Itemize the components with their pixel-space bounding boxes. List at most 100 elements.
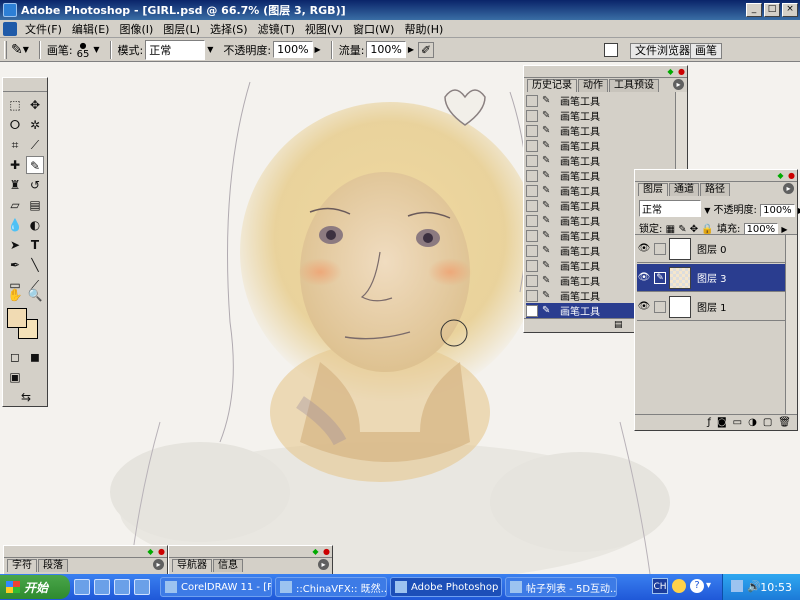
slice-tool-icon[interactable]: ⟋ <box>26 136 44 154</box>
panel-menu-icon[interactable]: ▸ <box>783 183 794 194</box>
history-item[interactable]: ✎ 画笔工具 <box>526 273 636 288</box>
palette-well-icon[interactable] <box>604 43 618 57</box>
history-item-current[interactable]: ✎ 画笔工具 <box>526 303 636 318</box>
tab-tool-presets[interactable]: 工具预设 <box>609 79 659 92</box>
character-panel-caption[interactable]: ◆ ● <box>4 546 167 558</box>
quick-mask-standard-icon[interactable]: ◻ <box>6 348 24 366</box>
crop-tool-icon[interactable]: ⌗ <box>6 136 24 154</box>
snapshot-checkbox[interactable] <box>526 214 538 227</box>
quicklaunch-desktop-icon[interactable] <box>74 579 90 595</box>
marquee-tool-icon[interactable]: ⬚ <box>6 96 24 114</box>
brush-picker[interactable]: ● 65 <box>77 41 90 60</box>
jump-to-imageready-icon[interactable]: ⇆ <box>6 388 46 406</box>
healing-brush-tool-icon[interactable]: ✚ <box>6 156 24 174</box>
minimize-icon[interactable]: ◆ <box>666 67 675 76</box>
dodge-tool-icon[interactable]: ◐ <box>26 216 44 234</box>
layer-row[interactable]: 👁 图层 0 <box>637 235 787 263</box>
chevron-right-icon[interactable]: ▶ <box>315 45 321 54</box>
tab-channels[interactable]: 通道 <box>669 183 699 196</box>
history-item[interactable]: ✎ 画笔工具 <box>526 258 636 273</box>
snapshot-checkbox[interactable] <box>526 289 538 302</box>
close-icon[interactable]: ● <box>677 67 686 76</box>
menu-layer[interactable]: 图层(L) <box>158 21 205 37</box>
menu-image[interactable]: 图像(I) <box>114 21 158 37</box>
history-item[interactable]: ✎ 画笔工具 <box>526 198 636 213</box>
history-item[interactable]: ✎ 画笔工具 <box>526 153 636 168</box>
volume-icon[interactable]: 🔊 <box>747 580 761 593</box>
magic-wand-tool-icon[interactable]: ✲ <box>26 116 44 134</box>
layers-panel-caption[interactable]: ◆ ● <box>635 170 797 182</box>
snapshot-checkbox[interactable] <box>526 109 538 122</box>
history-item[interactable]: ✎ 画笔工具 <box>526 288 636 303</box>
minimize-button[interactable]: _ <box>746 3 762 17</box>
screen-mode-icon[interactable]: ▣ <box>6 368 24 386</box>
history-item[interactable]: ✎ 画笔工具 <box>526 183 636 198</box>
menu-window[interactable]: 窗口(W) <box>348 21 399 37</box>
path-selection-tool-icon[interactable]: ➤ <box>6 236 24 254</box>
new-set-icon[interactable]: ▭ <box>733 417 742 428</box>
minimize-icon[interactable]: ◆ <box>146 547 155 556</box>
history-item[interactable]: ✎ 画笔工具 <box>526 93 636 108</box>
snapshot-checkbox[interactable] <box>526 259 538 272</box>
panel-menu-icon[interactable]: ▸ <box>673 79 684 90</box>
pen-tool-icon[interactable]: ✒ <box>6 256 24 274</box>
clone-stamp-tool-icon[interactable]: ♜ <box>6 176 24 194</box>
task-photoshop[interactable]: Adobe Photoshop - ... <box>390 577 502 597</box>
layer-mask-icon[interactable]: ◙ <box>717 417 727 428</box>
minimize-icon[interactable]: ◆ <box>776 171 785 180</box>
toolbox-header[interactable] <box>3 78 47 92</box>
mode-select[interactable]: 正常 <box>145 39 206 60</box>
hand-tool-icon[interactable]: ✋ <box>6 286 24 304</box>
history-menu-icon[interactable]: ▤ <box>614 320 623 330</box>
task-chinavfx[interactable]: ::ChinaVFX:: 既然... <box>275 577 387 597</box>
flow-input[interactable]: 100% <box>366 41 406 58</box>
snapshot-checkbox[interactable] <box>526 229 538 242</box>
quicklaunch-browser-icon[interactable] <box>114 579 130 595</box>
snapshot-checkbox[interactable] <box>526 139 538 152</box>
zoom-tool-icon[interactable]: 🔍 <box>26 286 44 304</box>
panel-menu-icon[interactable]: ▸ <box>153 559 164 570</box>
eye-icon[interactable]: 👁 <box>637 301 651 312</box>
opacity-input[interactable]: 100% <box>273 41 313 58</box>
layer-row[interactable]: 👁 图层 1 <box>637 293 787 321</box>
task-forum[interactable]: 帖子列表 - 5D互动... <box>505 577 617 597</box>
menu-select[interactable]: 选择(S) <box>205 21 253 37</box>
close-icon[interactable]: ● <box>157 547 166 556</box>
tab-info[interactable]: 信息 <box>213 559 243 572</box>
menu-file[interactable]: 文件(F) <box>20 21 67 37</box>
snapshot-checkbox[interactable] <box>526 199 538 212</box>
quicklaunch-media-icon[interactable] <box>94 579 110 595</box>
ime-arrow-icon[interactable]: ▾ <box>706 580 711 591</box>
history-item[interactable]: ✎ 画笔工具 <box>526 123 636 138</box>
task-coreldraw[interactable]: CorelDRAW 11 - [F:... <box>160 577 272 597</box>
tab-file-browser[interactable]: 文件浏览器 <box>630 43 695 59</box>
panel-menu-icon[interactable]: ▸ <box>318 559 329 570</box>
help-icon[interactable]: ? <box>690 579 704 593</box>
close-button[interactable]: × <box>782 3 798 17</box>
layer-row-selected[interactable]: 👁 ✎ 图层 3 <box>637 264 787 292</box>
snapshot-checkbox[interactable] <box>526 304 538 317</box>
tab-actions[interactable]: 动作 <box>578 79 608 92</box>
network-icon[interactable] <box>731 580 743 592</box>
document-icon[interactable] <box>3 21 17 36</box>
history-item[interactable]: ✎ 画笔工具 <box>526 168 636 183</box>
layers-scrollbar[interactable] <box>785 235 797 415</box>
move-tool-icon[interactable]: ✥ <box>26 96 44 114</box>
snapshot-checkbox[interactable] <box>526 169 538 182</box>
snapshot-checkbox[interactable] <box>526 94 538 107</box>
menu-view[interactable]: 视图(V) <box>300 21 348 37</box>
history-item[interactable]: ✎ 画笔工具 <box>526 108 636 123</box>
snapshot-checkbox[interactable] <box>526 124 538 137</box>
trash-icon[interactable]: 🗑 <box>778 417 791 428</box>
foreground-color-swatch[interactable] <box>7 308 27 328</box>
quick-mask-mode-icon[interactable]: ◼ <box>26 348 44 366</box>
tab-brushes[interactable]: 画笔 <box>690 43 722 59</box>
tab-paths[interactable]: 路径 <box>700 183 730 196</box>
close-icon[interactable]: ● <box>322 547 331 556</box>
options-grip[interactable] <box>4 40 7 59</box>
layer-style-icon[interactable]: ƒ <box>707 417 711 428</box>
eye-icon[interactable]: 👁 <box>637 243 651 254</box>
gradient-tool-icon[interactable]: ▤ <box>26 196 44 214</box>
snapshot-checkbox[interactable] <box>526 244 538 257</box>
eye-icon[interactable]: 👁 <box>637 272 651 283</box>
